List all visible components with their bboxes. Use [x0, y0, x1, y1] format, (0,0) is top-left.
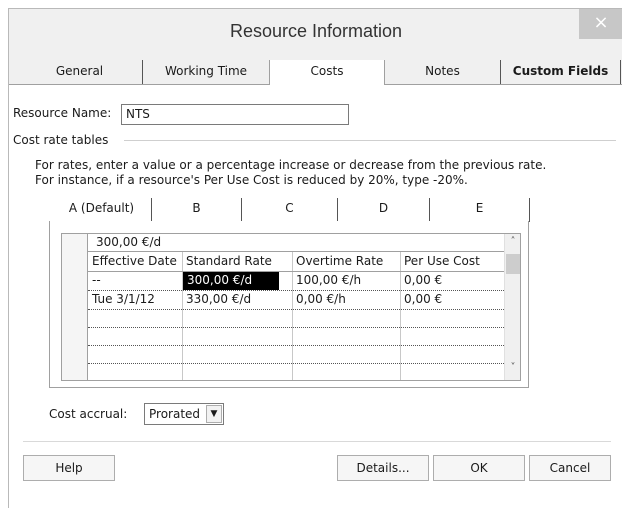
- tab-notes[interactable]: Notes: [385, 60, 501, 84]
- group-divider: [124, 140, 616, 141]
- row-divider: [88, 327, 506, 328]
- close-button[interactable]: ×: [579, 9, 622, 39]
- cell-effective-date[interactable]: --: [88, 272, 182, 290]
- col-header-effective-date[interactable]: Effective Date: [88, 253, 182, 271]
- row-divider: [88, 345, 506, 346]
- button-divider: [23, 441, 611, 442]
- scrollbar-thumb[interactable]: [506, 254, 520, 274]
- chevron-down-icon[interactable]: ▼: [206, 405, 222, 423]
- cell-effective-date[interactable]: Tue 3/1/12: [88, 291, 182, 309]
- ok-button[interactable]: OK: [433, 455, 525, 481]
- help-button[interactable]: Help: [23, 455, 115, 481]
- cell-per-use-cost[interactable]: 0,00 €: [400, 272, 506, 290]
- edit-row-header: [62, 234, 88, 252]
- row-divider: [88, 363, 506, 364]
- tab-custom-fields[interactable]: Custom Fields: [501, 60, 621, 84]
- tab-costs[interactable]: Costs: [269, 60, 385, 85]
- grid-edit-value[interactable]: 300,00 €/d: [92, 234, 161, 252]
- tab-e[interactable]: E: [430, 198, 530, 222]
- details-button[interactable]: Details...: [337, 455, 429, 481]
- col-header-standard-rate[interactable]: Standard Rate: [182, 253, 292, 271]
- help-text-line-1: For rates, enter a value or a percentage…: [35, 158, 547, 172]
- help-text-line-2: For instance, if a resource's Per Use Co…: [35, 173, 468, 187]
- cell-standard-rate[interactable]: 330,00 €/d: [182, 291, 292, 309]
- tab-working-time[interactable]: Working Time: [143, 60, 269, 84]
- cost-rate-tables-label: Cost rate tables: [13, 133, 109, 147]
- scroll-down-icon[interactable]: ˅: [505, 362, 520, 373]
- tab-d[interactable]: D: [338, 198, 430, 222]
- cost-accrual-select[interactable]: Prorated ▼: [144, 403, 224, 425]
- window-title: Resource Information: [229, 21, 403, 41]
- row-divider: [88, 309, 506, 310]
- cancel-button[interactable]: Cancel: [529, 455, 611, 481]
- grid-edit-bar: 300,00 €/d: [62, 234, 506, 252]
- title-bar: Resource Information ×: [9, 9, 622, 51]
- tab-strip: General Working Time Costs Notes Custom …: [9, 60, 622, 85]
- cost-accrual-label: Cost accrual:: [49, 407, 128, 421]
- tab-b[interactable]: B: [152, 198, 242, 222]
- col-header-overtime-rate[interactable]: Overtime Rate: [292, 253, 400, 271]
- cell-overtime-rate[interactable]: 100,00 €/h: [292, 272, 400, 290]
- cost-rate-table-frame: 300,00 €/d Effective Date Standard Rate …: [49, 221, 529, 388]
- tab-a-default[interactable]: A (Default): [52, 198, 152, 222]
- row-header-column: [62, 252, 88, 380]
- resource-name-label: Resource Name:: [13, 106, 112, 120]
- tab-c[interactable]: C: [242, 198, 338, 222]
- cost-rate-grid[interactable]: 300,00 €/d Effective Date Standard Rate …: [61, 233, 521, 381]
- resource-information-dialog: Resource Information × General Working T…: [8, 8, 622, 509]
- col-header-per-use-cost[interactable]: Per Use Cost: [400, 253, 506, 271]
- costs-panel: Resource Name: NTS Cost rate tables For …: [9, 85, 622, 509]
- cell-standard-rate[interactable]: 300,00 €/d: [183, 272, 279, 290]
- scroll-up-icon[interactable]: ˄: [505, 236, 520, 247]
- tab-general[interactable]: General: [17, 60, 143, 84]
- cost-accrual-value: Prorated: [149, 407, 201, 421]
- grid-vertical-scrollbar[interactable]: ˄ ˅: [504, 234, 520, 380]
- resource-name-input[interactable]: NTS: [121, 104, 349, 125]
- cell-per-use-cost[interactable]: 0,00 €: [400, 291, 506, 309]
- cell-overtime-rate[interactable]: 0,00 €/h: [292, 291, 400, 309]
- cost-rate-tab-strip: A (Default) B C D E: [52, 198, 532, 222]
